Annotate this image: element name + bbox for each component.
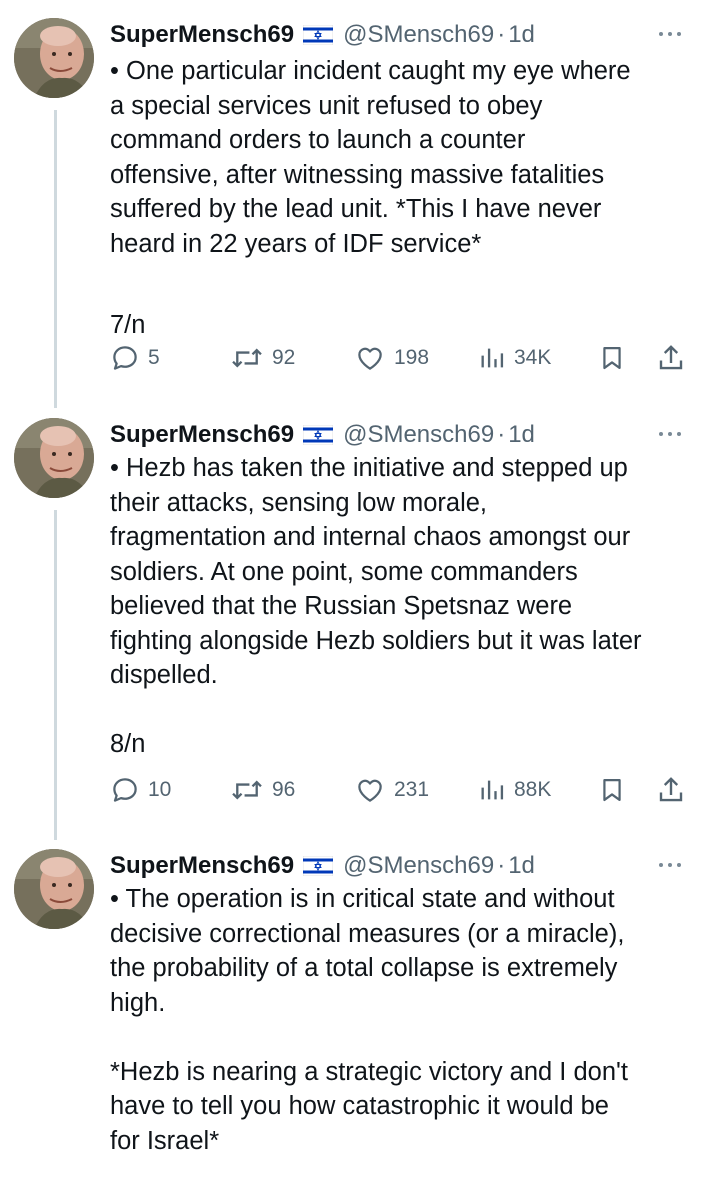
tweet[interactable]: SuperMensch69 @SMensch69 · 1d • The oper…: [0, 849, 703, 1200]
reply-count: 5: [148, 346, 160, 369]
tweet-line: heard in 22 years of IDF service*: [110, 229, 482, 258]
tweet-header: SuperMensch69 @SMensch69 · 1d: [110, 418, 535, 452]
reply-icon: [113, 778, 137, 802]
more-options-icon[interactable]: [655, 24, 685, 44]
display-name[interactable]: SuperMensch69: [110, 421, 294, 449]
heart-icon: [358, 347, 382, 370]
reply-button[interactable]: 5: [110, 340, 160, 376]
user-handle[interactable]: @SMensch69: [343, 21, 494, 49]
more-options-icon[interactable]: [655, 855, 685, 875]
display-name[interactable]: SuperMensch69: [110, 21, 294, 49]
reply-button[interactable]: 10: [110, 772, 171, 808]
tweet-line: for Israel*: [110, 1126, 220, 1155]
timestamp[interactable]: 1d: [508, 21, 535, 49]
share-icon: [659, 777, 683, 802]
share-icon: [659, 345, 683, 370]
share-button[interactable]: [656, 340, 686, 376]
user-handle[interactable]: @SMensch69: [343, 421, 494, 449]
tweet-line: soldiers. At one point, some commanders: [110, 557, 578, 586]
timestamp[interactable]: 1d: [508, 421, 535, 449]
views-chart-icon: [481, 348, 504, 368]
tweet-line: their attacks, sensing low morale,: [110, 488, 487, 517]
tweet-line: high.: [110, 988, 166, 1017]
avatar[interactable]: [14, 849, 94, 929]
tweet-line: *Hezb is nearing a strategic victory and…: [110, 1057, 628, 1086]
avatar[interactable]: [14, 418, 94, 498]
action-bar: 10 96 231 88K: [110, 772, 690, 808]
reply-count: 10: [148, 778, 172, 801]
repost-count: 96: [272, 778, 296, 801]
repost-icon: [232, 780, 262, 800]
tweet-line: offensive, after witnessing massive fata…: [110, 160, 605, 189]
tweet[interactable]: SuperMensch69 @SMensch69 · 1d • One part…: [0, 18, 703, 398]
avatar[interactable]: [14, 18, 94, 98]
repost-count: 92: [272, 346, 296, 369]
bookmark-icon: [603, 778, 621, 802]
tweet-line: • One particular incident caught my eye …: [110, 57, 631, 85]
like-count: 198: [394, 346, 430, 369]
views-button[interactable]: 88K: [478, 772, 551, 808]
tweet-line: fighting alongside Hezb soldiers but it …: [110, 626, 642, 655]
display-name[interactable]: SuperMensch69: [110, 852, 294, 880]
heart-icon: [358, 779, 382, 802]
tweet-line: decisive correctional measures (or a mir…: [110, 919, 625, 948]
bookmark-button[interactable]: [598, 772, 626, 808]
separator: ·: [497, 421, 506, 448]
bookmark-icon: [603, 346, 621, 370]
tweet-text: • The operation is in critical state and…: [110, 882, 680, 1158]
tweet[interactable]: SuperMensch69 @SMensch69 · 1d • Hezb has…: [0, 418, 703, 818]
tweet-line: command orders to launch a counter: [110, 126, 526, 154]
views-count: 88K: [514, 778, 552, 801]
tweet-header: SuperMensch69 @SMensch69 · 1d: [110, 18, 535, 52]
israel-flag-icon: [303, 25, 334, 45]
reply-icon: [113, 346, 137, 370]
tweet-line: have to tell you how catastrophic it wou…: [110, 1092, 609, 1120]
tweet-line: suffered by the lead unit. *This I have …: [110, 195, 602, 223]
separator: ·: [497, 21, 506, 48]
repost-icon: [232, 348, 262, 368]
like-button[interactable]: 198: [354, 340, 429, 376]
tweet-header: SuperMensch69 @SMensch69 · 1d: [110, 849, 535, 883]
separator: ·: [497, 852, 506, 879]
timestamp[interactable]: 1d: [508, 852, 535, 880]
tweet-line: dispelled.: [110, 661, 218, 689]
israel-flag-icon: [303, 425, 334, 445]
tweet-line: a special services unit refused to obey: [110, 91, 543, 120]
views-chart-icon: [481, 780, 504, 800]
thread-counter: 8/n: [110, 730, 146, 758]
tweet-text: • Hezb has taken the initiative and step…: [110, 451, 680, 762]
tweet-line: the probability of a total collapse is e…: [110, 954, 618, 982]
tweet-text: • One particular incident caught my eye …: [110, 54, 680, 342]
repost-button[interactable]: 96: [230, 772, 295, 808]
tweet-line: fragmentation and internal chaos amongst…: [110, 523, 631, 551]
share-button[interactable]: [656, 772, 686, 808]
israel-flag-icon: [303, 856, 334, 876]
repost-button[interactable]: 92: [230, 340, 295, 376]
views-count: 34K: [514, 346, 552, 369]
tweet-line: • Hezb has taken the initiative and step…: [110, 454, 628, 482]
thread-counter: 7/n: [110, 310, 146, 339]
more-options-icon[interactable]: [655, 424, 685, 444]
bookmark-button[interactable]: [598, 340, 626, 376]
like-count: 231: [394, 778, 430, 801]
tweet-line: • The operation is in critical state and…: [110, 885, 615, 913]
views-button[interactable]: 34K: [478, 340, 551, 376]
action-bar: 5 92 198 34K: [110, 340, 690, 376]
tweet-line: believed that the Russian Spetsnaz were: [110, 592, 573, 620]
like-button[interactable]: 231: [354, 772, 429, 808]
user-handle[interactable]: @SMensch69: [343, 852, 494, 880]
